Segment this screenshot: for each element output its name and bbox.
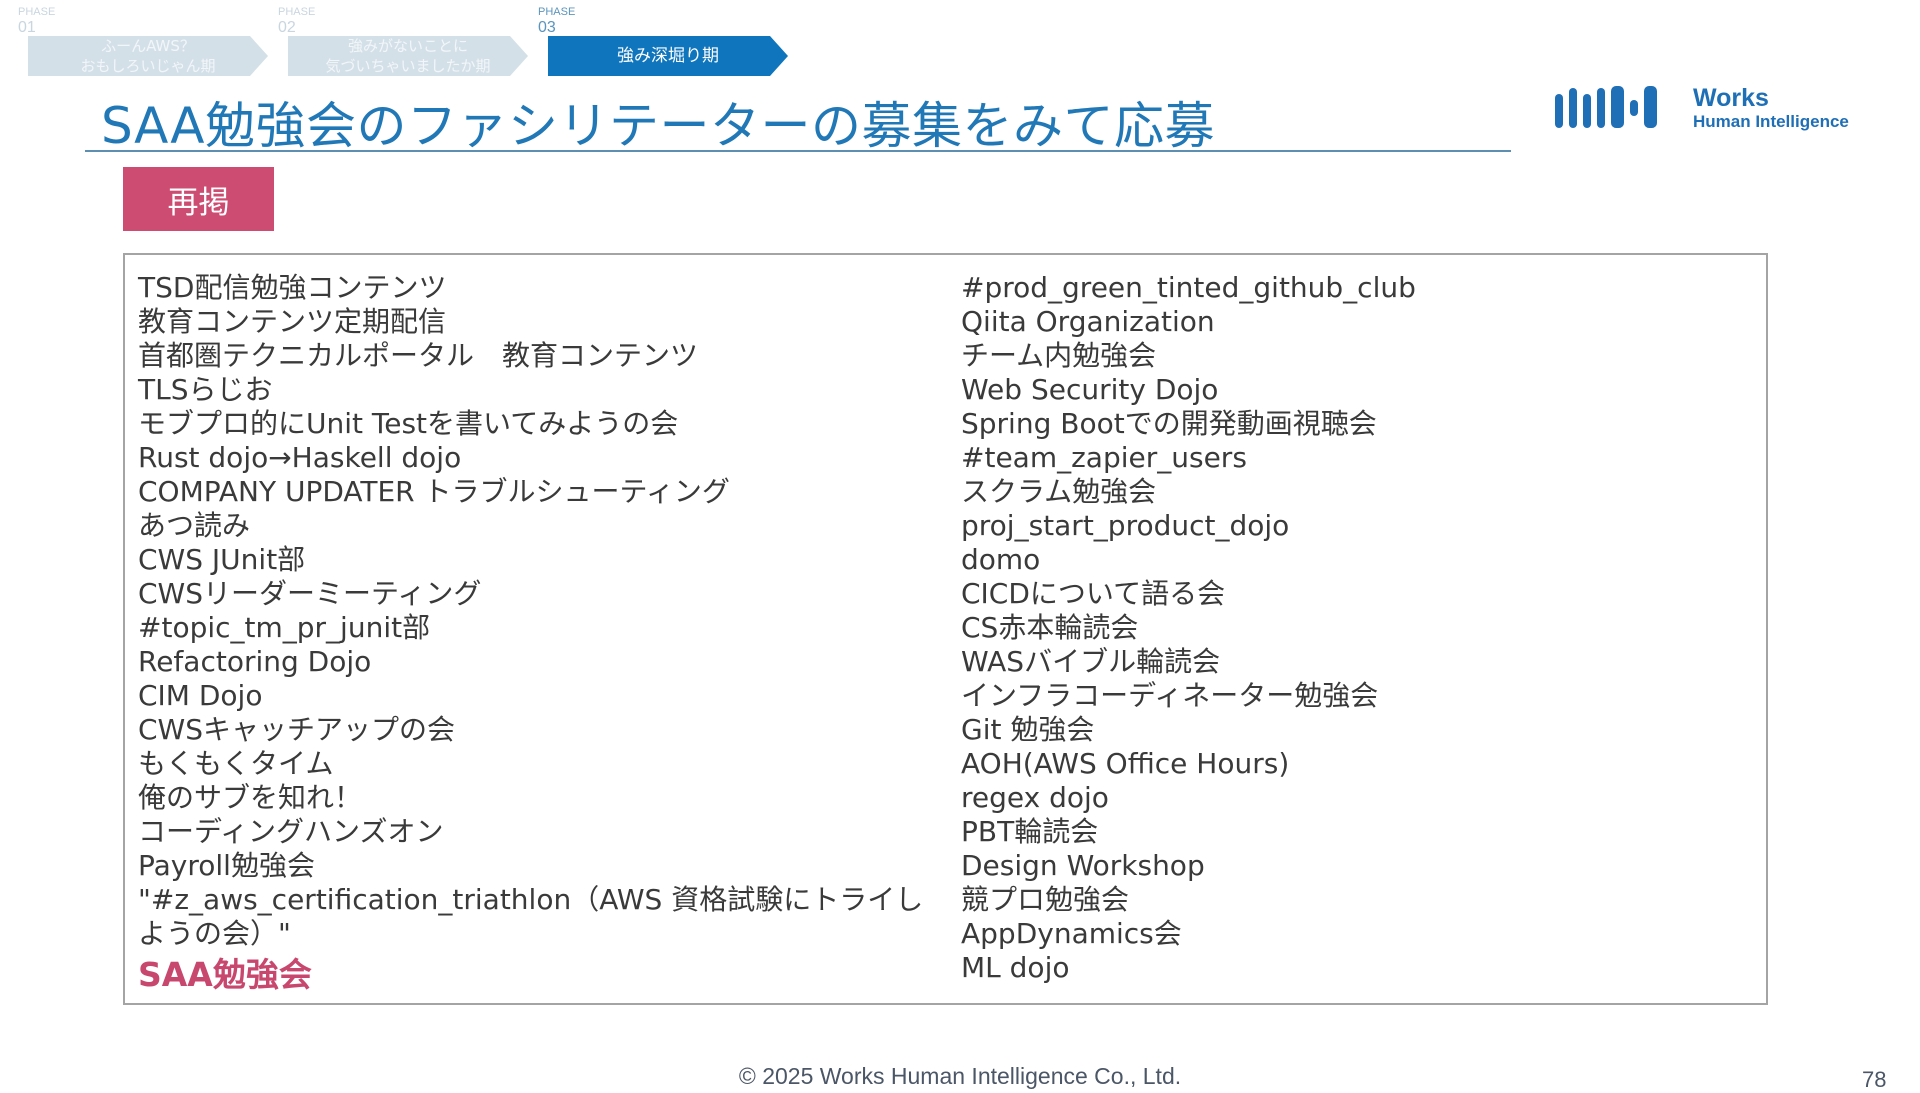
page-number: 78 <box>1862 1067 1887 1092</box>
list-item: もくもくタイム <box>138 747 334 780</box>
list-item: #topic_tm_pr_junit部 <box>138 611 431 644</box>
list-item: 競プロ勉強会 <box>961 883 1130 916</box>
list-item: Payroll勉強会 <box>138 849 315 882</box>
phase-number: 02 <box>278 19 296 36</box>
list-item: CICDについて語る会 <box>961 577 1226 610</box>
phase-kicker: PHASE <box>278 6 316 18</box>
list-item: 首都圏テクニカルポータル 教育コンテンツ <box>138 339 699 372</box>
list-item: Spring Bootでの開発動画視聴会 <box>961 407 1377 440</box>
list-item: COMPANY UPDATER トラブルシューティング <box>138 475 730 508</box>
logo-wordmark: Works <box>1693 84 1769 112</box>
list-item: CWSリーダーミーティング <box>138 577 482 610</box>
list-item: WASバイブル輪読会 <box>961 645 1221 678</box>
list-item: スクラム勉強会 <box>961 475 1157 508</box>
list-item: 俺のサブを知れ！ <box>138 781 363 814</box>
highlighted-list-item: SAA勉強会 <box>138 955 312 994</box>
logo-subtext: Human Intelligence <box>1693 112 1849 131</box>
list-item: AppDynamics会 <box>961 917 1182 950</box>
list-item: Qiita Organization <box>961 305 1215 338</box>
study-group-list-left: TSD配信勉強コンテンツ 教育コンテンツ定期配信 首都圏テクニカルポータル 教育… <box>138 271 928 997</box>
list-item: #team_zapier_users <box>961 441 1247 474</box>
list-item: Refactoring Dojo <box>138 645 372 678</box>
list-item: Web Security Dojo <box>961 373 1219 406</box>
phase-label: 強みがないことに 気づいちゃいましたか期 <box>288 36 528 76</box>
list-item: 教育コンテンツ定期配信 <box>138 305 447 338</box>
list-item: PBT輪読会 <box>961 815 1099 848</box>
slide-title: SAA勉強会のファシリテーターの募集をみて応募 <box>101 97 1215 155</box>
list-item: ML dojo <box>961 951 1070 984</box>
phase-kicker: PHASE <box>18 6 56 18</box>
list-item: モブプロ的にUnit Testを書いてみようの会 <box>138 407 679 440</box>
list-item: CIM Dojo <box>138 679 263 712</box>
list-item: Git 勉強会 <box>961 713 1095 746</box>
list-item: proj_start_product_dojo <box>961 509 1290 542</box>
list-item: TLSらじお <box>138 373 273 406</box>
copyright-footer: © 2025 Works Human Intelligence Co., Ltd… <box>738 1063 1182 1089</box>
list-item: TSD配信勉強コンテンツ <box>138 271 447 304</box>
list-item: Design Workshop <box>961 849 1205 882</box>
company-logo: Works Human Intelligence <box>1555 84 1849 131</box>
list-item: チーム内勉強会 <box>961 339 1157 372</box>
title-underline <box>85 150 1511 152</box>
phase-label: 強み深堀り期 <box>548 36 788 76</box>
list-item: インフラコーディネーター勉強会 <box>961 679 1379 712</box>
phase-number: 03 <box>538 19 556 36</box>
phase-kicker: PHASE <box>538 6 576 18</box>
phase-number: 01 <box>18 19 36 36</box>
list-item: Rust dojo→Haskell dojo <box>138 441 462 474</box>
phase-label: ふーんAWS？ おもしろいじゃん期 <box>28 36 268 76</box>
list-item: AOH(AWS Office Hours) <box>961 747 1290 780</box>
list-item: "#z_aws_certification_triathlon（AWS 資格試験… <box>138 883 924 950</box>
list-item: CS赤本輪読会 <box>961 611 1139 644</box>
list-item: regex dojo <box>961 781 1109 814</box>
study-group-panel: TSD配信勉強コンテンツ 教育コンテンツ定期配信 首都圏テクニカルポータル 教育… <box>123 253 1768 1005</box>
list-item: あつ読み <box>138 509 251 542</box>
study-group-list-right: #prod_green_tinted_github_club Qiita Org… <box>961 271 1751 985</box>
list-item: domo <box>961 543 1041 576</box>
list-item: CWSキャッチアップの会 <box>138 713 456 746</box>
list-item: CWS JUnit部 <box>138 543 306 576</box>
repost-badge: 再掲 <box>123 167 274 231</box>
list-item: コーディングハンズオン <box>138 815 444 848</box>
list-item: #prod_green_tinted_github_club <box>961 271 1416 304</box>
